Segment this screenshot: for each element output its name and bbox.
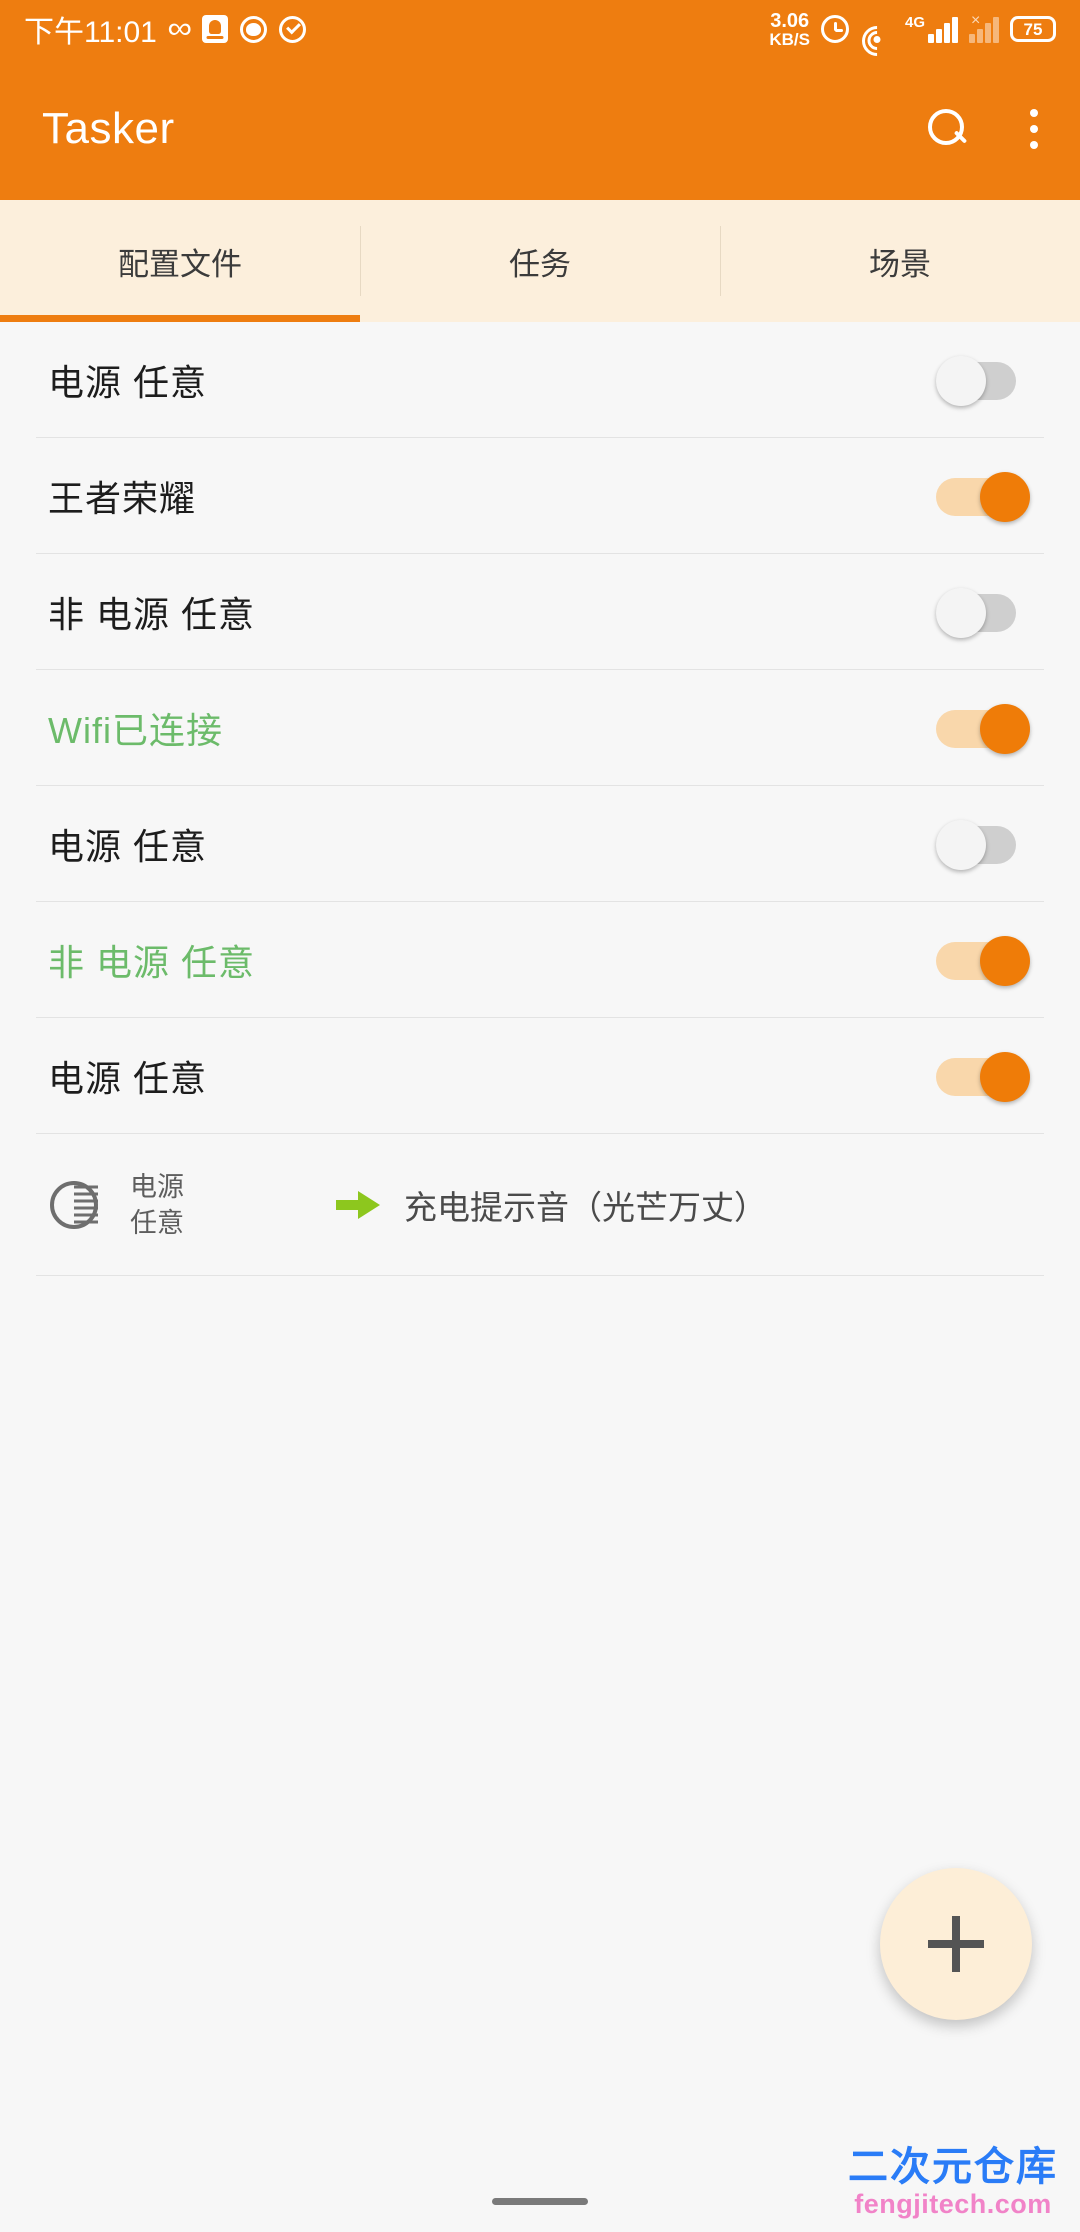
tab-profiles[interactable]: 配置文件 (0, 200, 360, 322)
tab-bar: 配置文件 任务 场景 (0, 200, 1080, 322)
sim2-no-service-mark: × (971, 12, 981, 29)
search-icon[interactable] (928, 109, 968, 149)
network-speed-unit: KB/S (769, 29, 810, 49)
battery-icon: 75 (1010, 16, 1056, 42)
toggle-thumb (980, 1052, 1030, 1102)
table-row[interactable]: 电源 任意 (0, 1018, 1080, 1134)
profile-toggle[interactable] (936, 1049, 1032, 1103)
battery-level-label: 75 (1023, 19, 1043, 39)
navigation-bar (0, 2170, 1080, 2232)
profile-list: 电源 任意 王者荣耀 非 电源 任意 Wifi已连接 电源 任意 非 电源 任意… (0, 322, 1080, 1276)
gesture-pill[interactable] (492, 2197, 588, 2205)
table-row[interactable]: Wifi已连接 (0, 670, 1080, 786)
profile-name: 王者荣耀 (48, 478, 197, 519)
tab-tasks[interactable]: 任务 (360, 200, 720, 322)
table-row[interactable]: 电源 任意 (0, 786, 1080, 902)
power-state-icon[interactable] (48, 1179, 100, 1231)
profile-name: Wifi已连接 (48, 710, 223, 751)
context-line-2: 任意 (130, 1208, 184, 1238)
table-row[interactable]: 电源 任意 (0, 322, 1080, 438)
profile-name: 非 电源 任意 (48, 942, 256, 983)
toggle-thumb (980, 472, 1030, 522)
table-row[interactable]: 非 电源 任意 (0, 554, 1080, 670)
alarm-icon (820, 15, 849, 43)
sim1-signal-icon: 4G (905, 15, 958, 43)
task-name: 充电提示音（光芒万丈） (404, 1189, 767, 1226)
status-bar: 下午11:01 ∞ 3.06 KB/S 4G × 75 (0, 0, 1080, 63)
profile-toggle[interactable] (936, 933, 1032, 987)
circle-dot-icon (240, 15, 268, 43)
check-circle-icon (279, 15, 307, 43)
wifi-icon (855, 15, 899, 63)
table-row[interactable]: 非 电源 任意 (0, 902, 1080, 1018)
add-profile-button[interactable] (880, 1868, 1032, 2020)
overflow-menu-icon[interactable] (1030, 109, 1038, 149)
profile-toggle[interactable] (936, 469, 1032, 523)
app-bar-actions (928, 109, 1038, 149)
status-bar-left: 下午11:01 ∞ (24, 7, 307, 51)
sim2-signal-icon: × (969, 12, 999, 43)
context-line-1: 电源 (130, 1171, 184, 1202)
green-arrow-icon (336, 1188, 382, 1222)
profile-toggle[interactable] (936, 585, 1032, 639)
plus-icon (928, 1916, 984, 1972)
app-bar: Tasker (0, 58, 1080, 200)
profile-toggle[interactable] (936, 817, 1032, 871)
network-speed-indicator: 3.06 KB/S (769, 11, 810, 48)
context-description: 电源 任意 (130, 1169, 184, 1242)
profile-toggle[interactable] (936, 701, 1032, 755)
tab-scenes-label: 场景 (869, 246, 931, 282)
toggle-thumb (980, 704, 1030, 754)
sim1-network-label: 4G (904, 14, 925, 31)
page-title: Tasker (42, 104, 175, 153)
profile-name: 电源 任意 (48, 1058, 208, 1099)
profile-name: 电源 任意 (48, 362, 208, 403)
toggle-thumb (980, 936, 1030, 986)
status-bar-right: 3.06 KB/S 4G × 75 (769, 11, 1056, 63)
profile-toggle[interactable] (936, 353, 1032, 407)
profile-name: 非 电源 任意 (48, 594, 256, 635)
tab-profiles-label: 配置文件 (118, 246, 242, 282)
network-speed-value: 3.06 (770, 9, 810, 32)
tab-tasks-label: 任务 (509, 246, 571, 282)
tab-scenes[interactable]: 场景 (720, 200, 1080, 322)
notification-box-icon (202, 15, 229, 43)
toggle-thumb (936, 820, 986, 870)
infinity-icon: ∞ (167, 12, 192, 45)
linked-task[interactable]: 充电提示音（光芒万丈） (336, 1181, 767, 1229)
status-clock: 下午11:01 (24, 16, 157, 49)
table-row[interactable]: 王者荣耀 (0, 438, 1080, 554)
profile-name: 电源 任意 (48, 826, 208, 867)
profile-detail-row[interactable]: 电源 任意 充电提示音（光芒万丈） (0, 1134, 1080, 1276)
toggle-thumb (936, 588, 986, 638)
toggle-thumb (936, 356, 986, 406)
phone-screen: 下午11:01 ∞ 3.06 KB/S 4G × 75 Tasker 配置文件 … (0, 0, 1080, 2232)
